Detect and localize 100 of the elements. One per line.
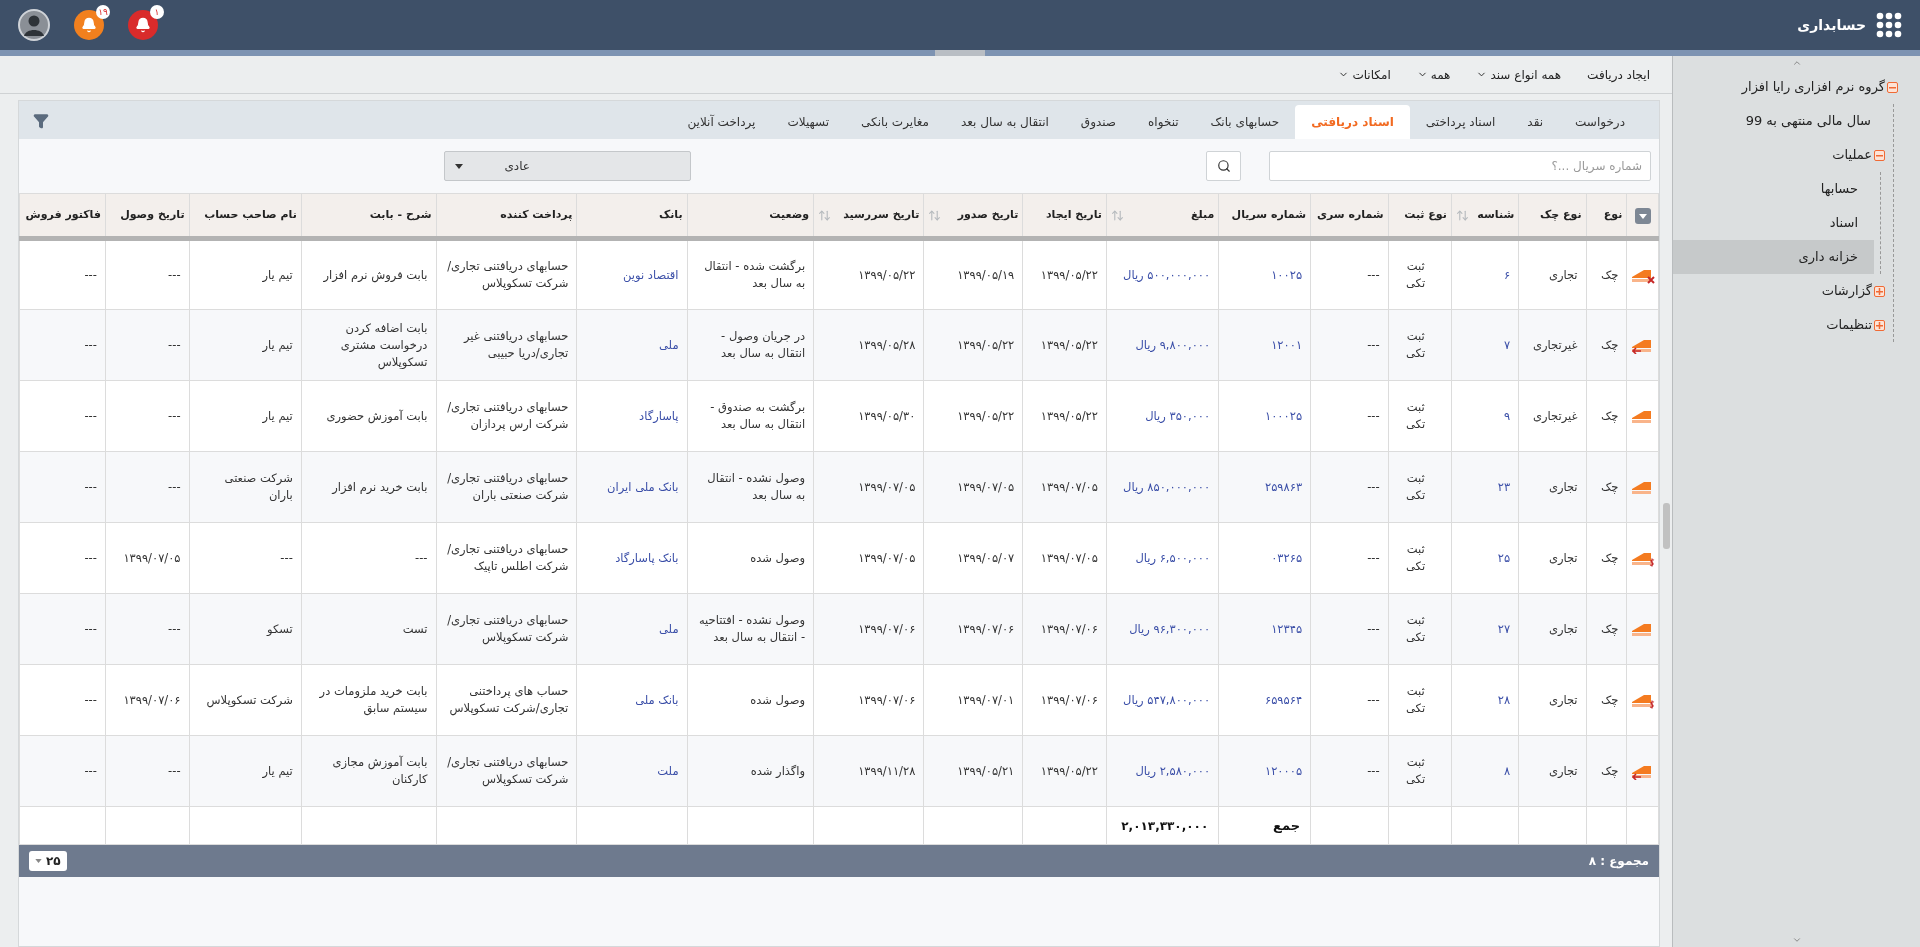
table-cell-text: برگشت شده - انتقال به سال بعد <box>703 258 806 292</box>
tab[interactable]: انتقال به سال بعد <box>945 105 1065 139</box>
page-size-select[interactable]: ۲۵ <box>29 851 67 871</box>
table-cell-text: ۱۳۹۹/۰۷/۰۶ <box>857 691 916 709</box>
table-cell-text: تیم یار <box>261 407 293 425</box>
table-cell-text: حسابهای دریافتنی تجاری/شرکت ارس پردازان <box>446 399 569 433</box>
column-header[interactable]: شرح - بابت <box>369 206 432 224</box>
table-cell-text: شرکت تسکوپلاس <box>205 691 293 709</box>
type-select[interactable]: عادی <box>444 151 691 181</box>
tab[interactable]: صندوق <box>1064 105 1133 139</box>
table-cell-text: ۱۳۹۹/۰۷/۰۶ <box>857 620 916 638</box>
column-header[interactable]: بانک <box>658 206 683 224</box>
tree-item[interactable]: گزارشات <box>1821 281 1872 301</box>
tab[interactable]: مغایرت بانکی <box>845 105 945 139</box>
tab[interactable]: حسابهای بانک <box>1194 105 1296 139</box>
table-cell-text: ثبت تکی <box>1405 328 1427 362</box>
table-cell-text: شرکت صنعتی باران <box>223 470 293 504</box>
table-cell-text: غیرتجاری <box>1532 336 1578 354</box>
table-cell-text: ۱۳۹۹/۰۵/۲۲ <box>1039 762 1098 780</box>
link-cell[interactable]: ۶ <box>1459 266 1511 284</box>
table-cell-text: واگذار شده <box>749 762 806 780</box>
table-cell-text: --- <box>83 691 97 709</box>
column-header[interactable]: وضعیت <box>769 206 810 224</box>
toolbar-menu[interactable]: ایجاد دریافت <box>1587 65 1650 84</box>
table-cell-text: --- <box>83 762 97 780</box>
table-cell-text: بابت فروش نرم افزار <box>322 266 428 284</box>
table-cell-text: حساب های پرداختنی تجاری/شرکت تسکوپلاس <box>448 683 569 717</box>
table-cell-text: --- <box>83 266 97 284</box>
table-cell-text: تست <box>401 620 428 638</box>
link-cell[interactable]: ۲۷ <box>1459 620 1511 638</box>
table-cell-text: ۱۳۹۹/۰۷/۰۶ <box>122 691 181 709</box>
app-title: حسابداری <box>1797 15 1866 35</box>
table-cell-text: حسابهای دریافتنی تجاری/شرکت تسکوپلاس <box>446 754 569 788</box>
table-cell-text: ثبت تکی <box>1405 470 1427 504</box>
table-cell-text: --- <box>1366 266 1380 284</box>
total-label: جمع <box>1273 817 1301 833</box>
tree-item[interactable]: سال مالی منتهی به 99 <box>1745 111 1871 131</box>
table-cell-text: چک <box>1599 549 1619 567</box>
table-cell-text: --- <box>1366 407 1380 425</box>
tab[interactable]: اسناد پرداختی <box>1409 105 1512 139</box>
table-cell-text: --- <box>83 336 97 354</box>
table-cell-text: --- <box>1366 549 1380 567</box>
table-cell-text: ثبت تکی <box>1405 258 1427 292</box>
table-cell-text: ۱۳۹۹/۰۵/۲۸ <box>857 336 916 354</box>
total-count: مجموع : ۸ <box>1588 853 1649 870</box>
table-cell-text: --- <box>83 620 97 638</box>
table-cell-text: وصول نشده - افتتاحیه - انتقال به سال بعد <box>697 612 806 646</box>
link-cell[interactable]: ۷ <box>1459 336 1511 354</box>
tab[interactable]: تسهیلات <box>771 105 846 139</box>
tab[interactable]: تنخواه <box>1132 105 1195 139</box>
tree-item[interactable]: تنظیمات <box>1826 315 1872 335</box>
column-header[interactable]: مبلغ <box>1190 206 1215 224</box>
table-cell-text: تجاری <box>1547 762 1578 780</box>
toolbar-menu[interactable]: همه انواع سند <box>1476 65 1562 84</box>
search-field[interactable]: شماره سریال ...؟ <box>1269 151 1651 181</box>
toolbar-menu[interactable]: امکانات <box>1338 65 1391 84</box>
table-cell-text: در جریان وصول - انتقال به سال بعد <box>719 328 806 362</box>
table-cell-text: ۱۳۹۹/۰۵/۱۹ <box>956 266 1015 284</box>
table-cell-text: --- <box>83 549 97 567</box>
table-cell-text: ۱۳۹۹/۰۵/۲۲ <box>1039 266 1098 284</box>
table-cell-text: تجاری <box>1547 549 1578 567</box>
table-cell-text: تیم یار <box>261 762 293 780</box>
tree-item[interactable]: اسناد <box>1829 213 1858 233</box>
tree-item[interactable]: گروه نرم افزاری رایا افزار <box>1741 77 1885 97</box>
table-cell-text: --- <box>83 407 97 425</box>
table-cell-text: ۱۳۹۹/۰۷/۰۵ <box>122 549 181 567</box>
tab[interactable]: نقد <box>1511 105 1560 139</box>
table-cell-text: حسابهای دریافتنی تجاری/شرکت اطلس تاپیک <box>446 541 569 575</box>
link-cell[interactable]: ۲۵ <box>1459 549 1511 567</box>
link-cell[interactable]: ۲۳ <box>1459 478 1511 496</box>
tab[interactable]: درخواست <box>1559 105 1641 139</box>
table-cell-text: --- <box>167 620 181 638</box>
column-header[interactable]: نوع <box>1603 206 1623 224</box>
table-cell-text: ۱۳۹۹/۰۵/۲۲ <box>1039 336 1098 354</box>
tree-item[interactable]: حسابها <box>1820 179 1858 199</box>
tab[interactable]: پرداخت آنلاین <box>671 105 772 139</box>
tree-item[interactable]: خزانه داری <box>1798 247 1858 267</box>
table-cell-text: ۱۳۹۹/۰۵/۲۲ <box>857 266 916 284</box>
table-cell-text: ثبت تکی <box>1405 399 1427 433</box>
table-cell-text: ۱۳۹۹/۰۷/۰۵ <box>1039 549 1098 567</box>
table-cell-text: --- <box>167 407 181 425</box>
toolbar-menu[interactable]: همه <box>1416 65 1451 84</box>
table-cell-text: ۱۳۹۹/۰۵/۲۲ <box>1039 407 1098 425</box>
link-cell[interactable]: ۹ <box>1459 407 1511 425</box>
table-cell-text: ۱۳۹۹/۰۵/۲۲ <box>956 407 1015 425</box>
table-cell-text: بابت آموزش مجازی کارکنان <box>331 754 428 788</box>
table-cell-text: تیم یار <box>261 266 293 284</box>
table-cell-text: --- <box>1366 691 1380 709</box>
table-cell-text: حسابهای دریافتنی تجاری/شرکت صنعتی باران <box>446 470 569 504</box>
table-cell-text: --- <box>414 549 428 567</box>
tree-item[interactable]: عملیات <box>1832 145 1872 165</box>
table-cell-text: چک <box>1599 336 1619 354</box>
table-cell-text: ۱۳۹۹/۰۷/۰۶ <box>956 620 1015 638</box>
table-cell-text: ۱۳۹۹/۰۷/۰۱ <box>956 691 1015 709</box>
table-cell-text: ۱۳۹۹/۰۵/۳۰ <box>857 407 916 425</box>
table-cell-text: بابت اضافه کردن درخواست مشتری تسکوپلاس <box>339 319 428 371</box>
link-cell[interactable]: ۲۸ <box>1459 691 1511 709</box>
link-cell[interactable]: ۸ <box>1459 762 1511 780</box>
table-cell-text: --- <box>167 478 181 496</box>
table-cell-text: ۱۳۹۹/۰۷/۰۵ <box>1039 478 1098 496</box>
